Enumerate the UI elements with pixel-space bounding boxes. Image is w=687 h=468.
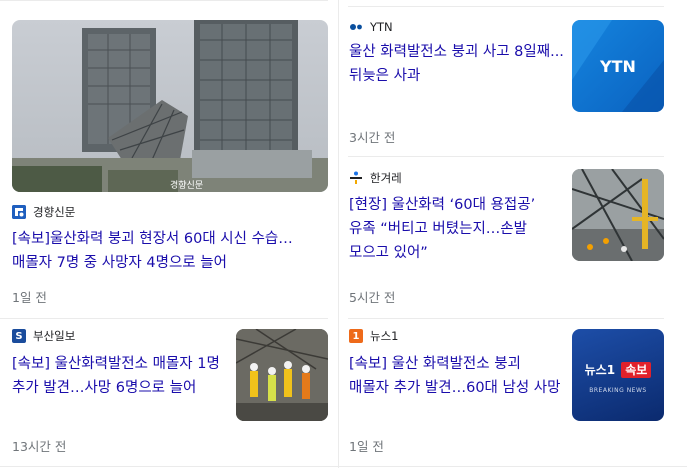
news-card-hani[interactable]: 한겨레 [현장] 울산화력 ‘60대 용접공’ 유족 “버티고 버텼는지…손발 …	[339, 157, 687, 318]
khan-logo-icon	[12, 205, 26, 219]
news-card-busan[interactable]: S 부산일보 [속보] 울산화력발전소 매몰자 1명 추가 발견…사망 6명으로…	[0, 319, 338, 466]
headline[interactable]: 울산 화력발전소 붕괴 사고 8일째...뒤늦은 사과	[349, 40, 564, 88]
timestamp: 13시간 전	[12, 439, 67, 454]
timestamp: 5시간 전	[349, 290, 396, 305]
news-thumbnail[interactable]: 경향신문	[12, 20, 328, 192]
news-card-ytn[interactable]: YTN 울산 화력발전소 붕괴 사고 8일째...뒤늦은 사과 3시간 전 YT…	[339, 6, 687, 156]
image-caption: 경향신문	[170, 179, 203, 191]
news-thumbnail[interactable]: YTN	[572, 20, 664, 112]
source-name: YTN	[370, 20, 393, 34]
hani-logo-icon	[349, 171, 363, 185]
timestamp: 1일 전	[349, 439, 384, 454]
headline[interactable]: [현장] 울산화력 ‘60대 용접공’ 유족 “버티고 버텼는지…손발 모으고 …	[349, 193, 564, 265]
source-name: 경향신문	[33, 205, 76, 219]
news-thumbnail[interactable]	[572, 169, 664, 261]
breaking-news-caption: BREAKING NEWS	[589, 387, 647, 394]
news-thumbnail[interactable]: 뉴스1 속보 BREAKING NEWS	[572, 329, 664, 421]
news-card-news1[interactable]: 1 뉴스1 [속보] 울산 화력발전소 붕괴 매몰자 추가 발견…60대 남성 …	[339, 319, 687, 466]
ytn-brand-image: YTN	[572, 20, 664, 112]
rescue-workers-photo	[236, 329, 328, 421]
headline[interactable]: [속보] 울산 화력발전소 붕괴 매몰자 추가 발견…60대 남성 사망	[349, 352, 564, 400]
source-name: 한겨레	[370, 171, 402, 185]
busan-logo-icon: S	[12, 329, 26, 343]
news-thumbnail[interactable]	[236, 329, 328, 421]
timestamp: 3시간 전	[349, 130, 396, 145]
divider	[0, 466, 687, 467]
ytn-logo-icon	[349, 20, 363, 34]
headline[interactable]: [속보] 울산화력발전소 매몰자 1명 추가 발견…사망 6명으로 늘어	[12, 352, 224, 400]
breaking-badge: 뉴스1 속보	[572, 361, 664, 378]
timestamp: 1일 전	[12, 290, 47, 305]
thumbnail-brand-text: YTN	[599, 57, 636, 76]
news1-logo-icon: 1	[349, 329, 363, 343]
source-name: 뉴스1	[370, 329, 399, 343]
rescue-site-photo	[572, 169, 664, 261]
headline[interactable]: [속보]울산화력 붕괴 현장서 60대 시신 수습…매몰자 7명 중 사망자 4…	[12, 227, 328, 275]
news-card-khan[interactable]: 경향신문 경향신문 [속보]울산화력 붕괴 현장서 60대 시신 수습…매몰자 …	[0, 0, 338, 318]
source-name: 부산일보	[33, 329, 76, 343]
collapsed-plant-photo: 경향신문	[12, 20, 328, 192]
